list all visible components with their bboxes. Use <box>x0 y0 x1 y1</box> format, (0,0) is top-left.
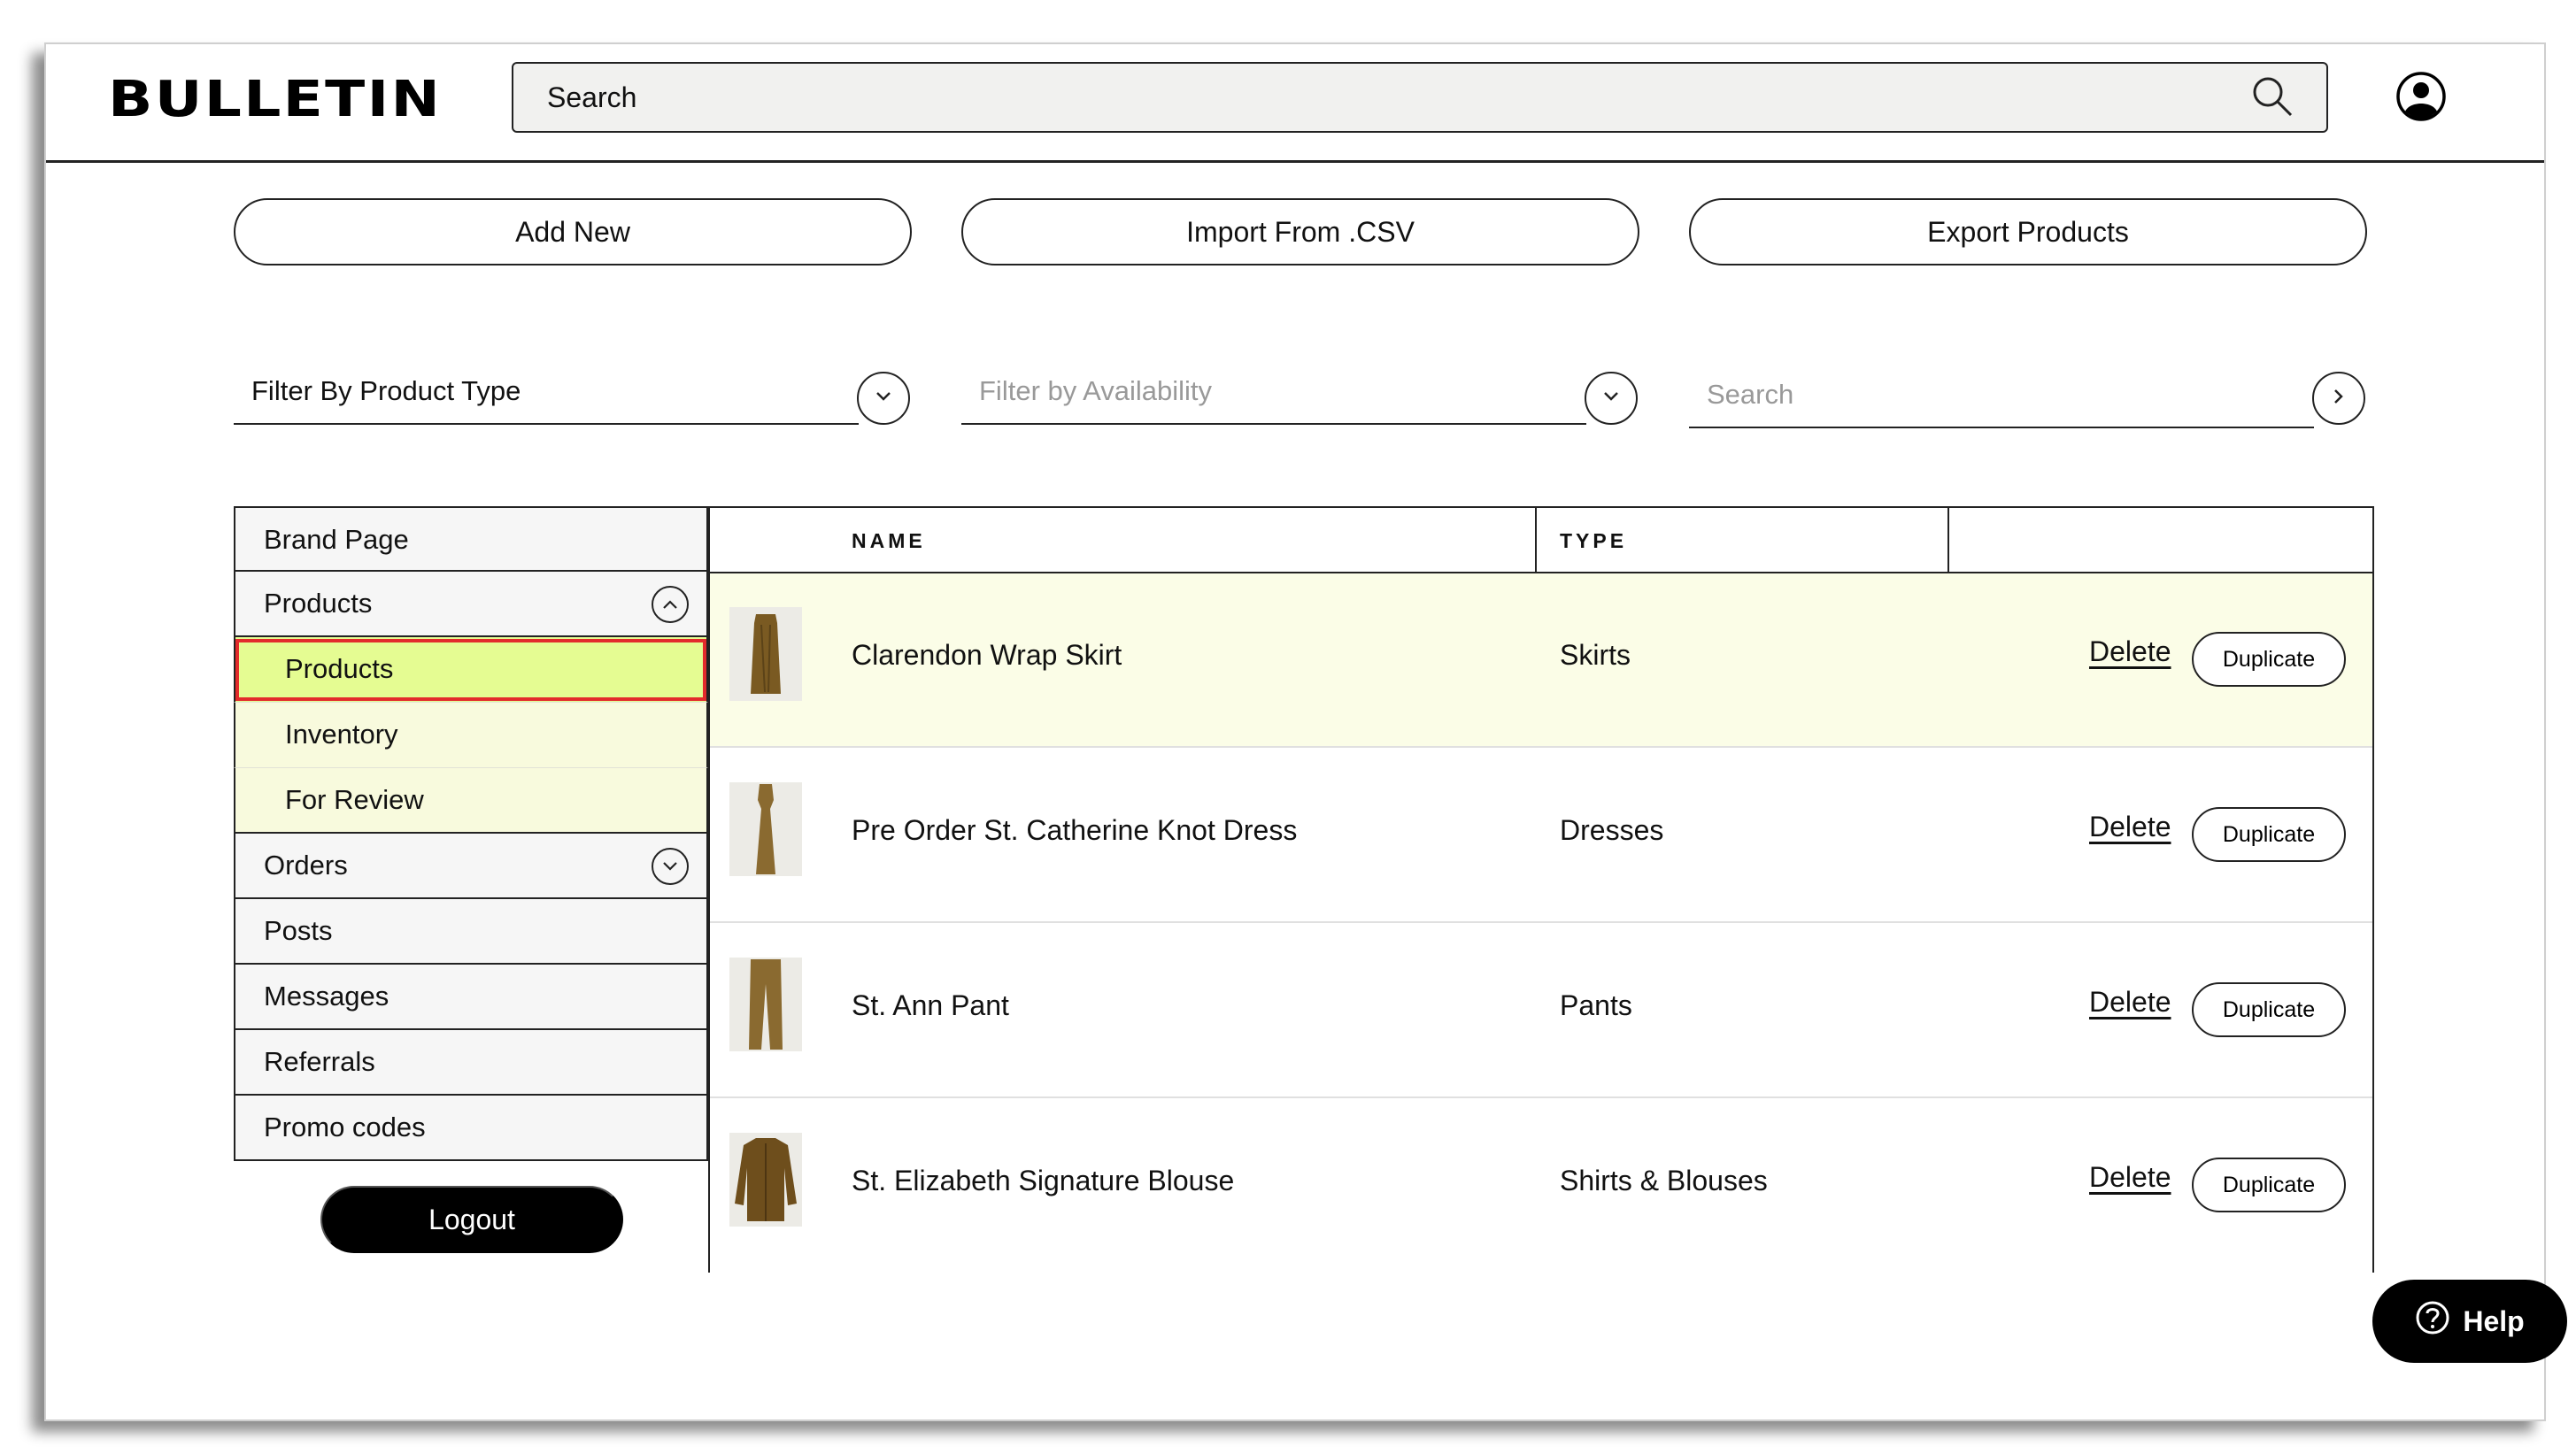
product-type: Shirts & Blouses <box>1560 1165 1768 1196</box>
sidebar-item-label: Inventory <box>285 719 398 750</box>
availability-dropdown-button[interactable] <box>1585 372 1638 425</box>
product-type: Skirts <box>1560 639 1631 671</box>
top-search-input[interactable] <box>547 78 2211 117</box>
sidebar-item-label: Brand Page <box>264 524 409 555</box>
chevron-right-icon <box>2333 387 2345 411</box>
product-thumbnail-dress[interactable] <box>729 782 802 876</box>
column-divider <box>1535 508 1537 573</box>
add-new-button[interactable]: Add New <box>234 198 912 265</box>
duplicate-button[interactable]: Duplicate <box>2192 1158 2346 1212</box>
chevron-up-icon[interactable] <box>652 586 689 623</box>
chevron-down-icon <box>1601 390 1621 407</box>
help-label: Help <box>2463 1304 2525 1337</box>
product-search-placeholder: Search <box>1707 379 1794 410</box>
product-search-filter[interactable]: Search <box>1689 368 2314 428</box>
sidebar-subitem-inventory[interactable]: Inventory <box>234 703 708 768</box>
sidebar-item-posts[interactable]: Posts <box>234 899 708 965</box>
delete-link[interactable]: Delete <box>2089 986 2171 1019</box>
column-header-type[interactable]: TYPE <box>1560 529 1627 553</box>
sidebar-subitem-for-review[interactable]: For Review <box>234 768 708 834</box>
sidebar-item-messages[interactable]: Messages <box>234 965 708 1030</box>
chevron-down-icon <box>874 390 893 407</box>
product-type-filter[interactable]: Filter By Product Type <box>234 365 859 425</box>
delete-link[interactable]: Delete <box>2089 811 2171 843</box>
product-type: Dresses <box>1560 814 1664 846</box>
chevron-down-icon[interactable] <box>652 848 689 885</box>
bulletin-logo[interactable]: BULLETIN <box>108 71 442 128</box>
app-window: BULLETIN Add New Import From .CSV Export… <box>44 42 2567 1421</box>
sidebar-subitem-products[interactable]: Products <box>234 637 708 703</box>
top-search-bar[interactable] <box>512 62 2328 133</box>
table-row[interactable]: Clarendon Wrap Skirt Skirts Delete Dupli… <box>710 573 2372 748</box>
table-row[interactable]: St. Ann Pant Pants Delete Duplicate <box>710 924 2372 1098</box>
product-type-dropdown-button[interactable] <box>857 372 910 425</box>
logout-button[interactable]: Logout <box>320 1186 623 1253</box>
availability-filter[interactable]: Filter by Availability <box>961 365 1586 425</box>
account-icon[interactable] <box>2395 71 2447 122</box>
header: BULLETIN <box>46 44 2544 163</box>
sidebar-item-label: For Review <box>285 784 424 815</box>
product-thumbnail-pant[interactable] <box>729 958 802 1051</box>
sidebar-item-promo-codes[interactable]: Promo codes <box>234 1096 708 1161</box>
sidebar-item-label: Orders <box>264 850 348 881</box>
product-thumbnail-skirt[interactable] <box>729 607 802 701</box>
sidebar-item-orders[interactable]: Orders <box>234 834 708 899</box>
product-name[interactable]: Pre Order St. Catherine Knot Dress <box>852 814 1297 847</box>
sidebar-item-referrals[interactable]: Referrals <box>234 1030 708 1096</box>
sidebar-item-label: Referrals <box>264 1046 375 1077</box>
product-type: Pants <box>1560 989 1632 1021</box>
sidebar-item-label: Promo codes <box>264 1112 426 1142</box>
sidebar-item-label: Posts <box>264 915 333 946</box>
delete-link[interactable]: Delete <box>2089 1161 2171 1194</box>
table-header: NAME TYPE <box>710 508 2372 573</box>
search-icon[interactable] <box>2250 74 2294 123</box>
table-row[interactable]: Pre Order St. Catherine Knot Dress Dress… <box>710 749 2372 923</box>
duplicate-button[interactable]: Duplicate <box>2192 982 2346 1037</box>
search-submit-button[interactable] <box>2312 372 2365 425</box>
help-question-icon <box>2415 1300 2450 1342</box>
export-products-button[interactable]: Export Products <box>1689 198 2367 265</box>
duplicate-button[interactable]: Duplicate <box>2192 632 2346 687</box>
delete-link[interactable]: Delete <box>2089 635 2171 668</box>
sidebar-item-products[interactable]: Products <box>234 572 708 637</box>
sidebar-item-label: Products <box>285 653 394 684</box>
availability-filter-placeholder: Filter by Availability <box>979 375 1213 406</box>
sidebar-item-label: Products <box>264 588 373 619</box>
product-type-filter-label: Filter By Product Type <box>251 375 521 406</box>
product-name[interactable]: St. Elizabeth Signature Blouse <box>852 1165 1234 1197</box>
product-name[interactable]: St. Ann Pant <box>852 989 1009 1022</box>
sidebar-item-brand-page[interactable]: Brand Page <box>234 506 708 572</box>
product-name[interactable]: Clarendon Wrap Skirt <box>852 639 1122 672</box>
column-divider <box>1947 508 1949 573</box>
duplicate-button[interactable]: Duplicate <box>2192 807 2346 862</box>
product-thumbnail-blouse[interactable] <box>729 1133 802 1227</box>
help-button[interactable]: Help <box>2372 1280 2567 1363</box>
sidebar-item-label: Messages <box>264 981 389 1012</box>
import-csv-button[interactable]: Import From .CSV <box>961 198 1639 265</box>
products-table: NAME TYPE Clarendon Wrap Skirt Skirts De… <box>708 506 2374 1273</box>
table-row[interactable]: St. Elizabeth Signature Blouse Shirts & … <box>710 1099 2372 1273</box>
column-header-name[interactable]: NAME <box>852 529 926 553</box>
sidebar-nav: Brand Page Products Products Inventory F… <box>234 506 708 1161</box>
